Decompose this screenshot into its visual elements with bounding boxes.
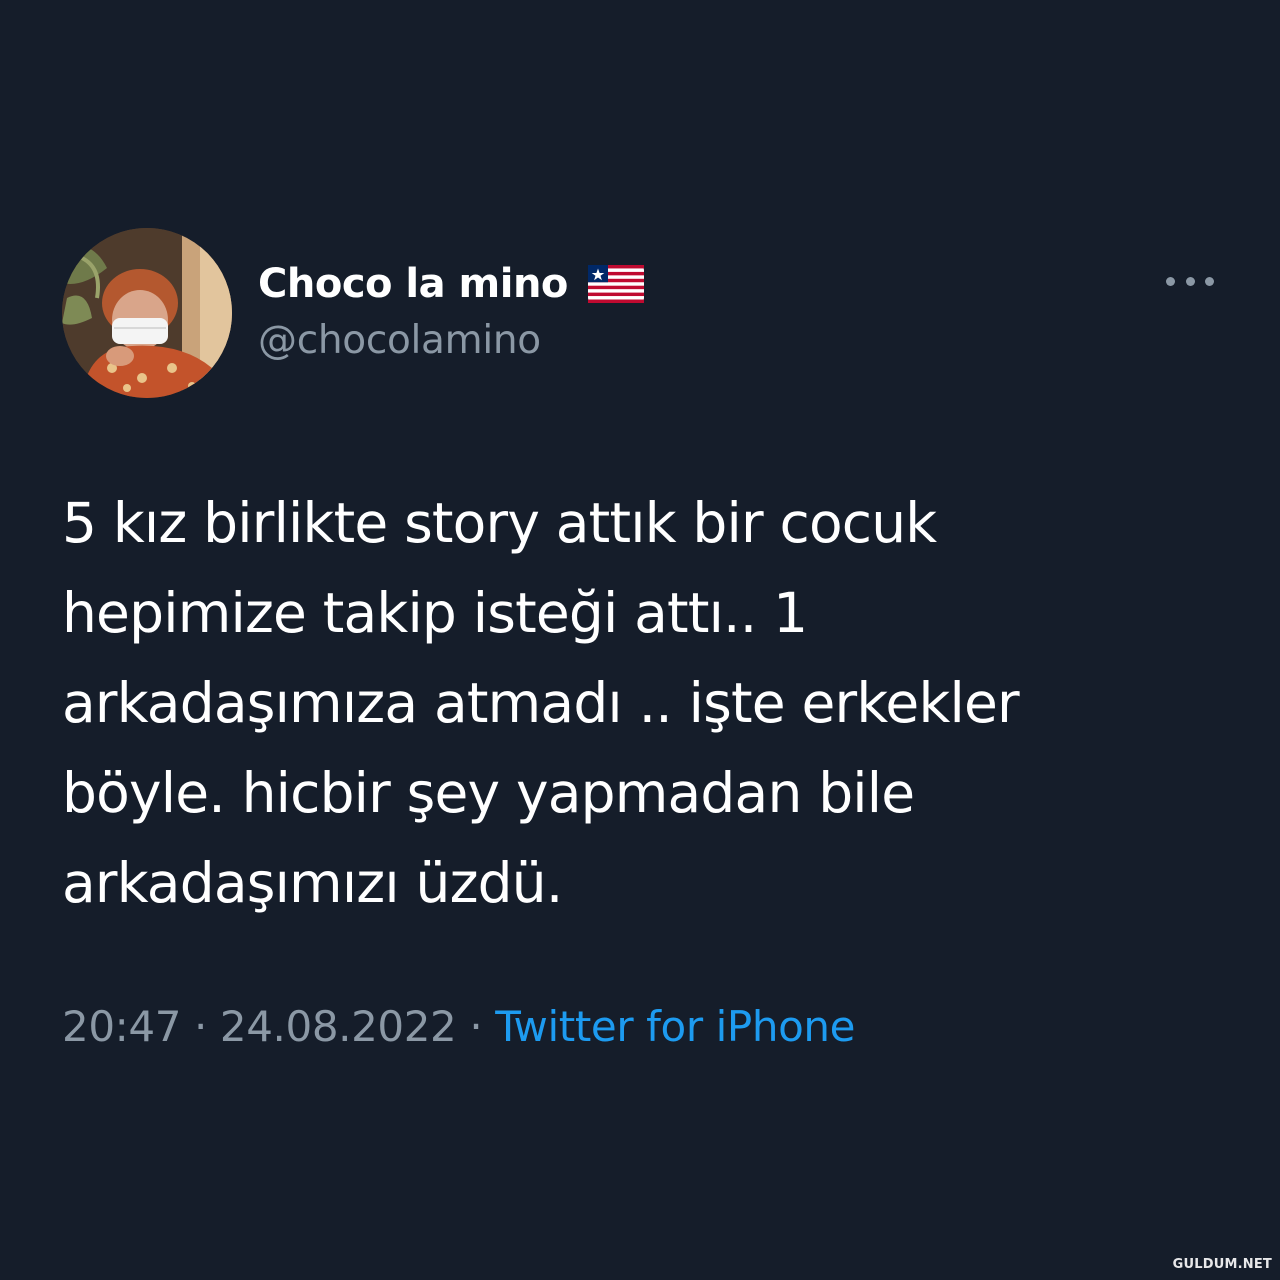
author-name-row[interactable]: Choco la mino [258,254,644,314]
tweet-text-line: hepimize takip isteği attı.. 1 [62,581,808,645]
flag-liberia-icon [587,265,644,303]
profile-photo-icon [62,228,232,398]
avatar[interactable] [62,228,232,398]
more-dot [1166,276,1175,286]
tweet-text-line: böyle. hicbir şey yapmadan bile [62,761,915,825]
tweet-text-line: 5 kız birlikte story attık bir cocuk [62,491,937,555]
meta-separator: · [181,1002,220,1051]
watermark: GULDUM.NET [1172,1257,1272,1272]
tweet-text-line: arkadaşımızı üzdü. [62,851,563,915]
more-dot [1185,276,1195,286]
tweet-source-link[interactable]: Twitter for iPhone [495,1002,855,1051]
display-name[interactable]: Choco la mino [258,261,568,307]
meta-separator: · [456,1002,496,1051]
user-handle[interactable]: @chocolamino [258,318,541,363]
tweet-time[interactable]: 20:47 [62,1002,181,1051]
more-options-icon[interactable] [1166,270,1214,292]
tweet-text-line: arkadaşımıza atmadı .. işte erkekler [62,671,1020,735]
tweet-date[interactable]: 24.08.2022 [220,1002,457,1051]
more-dot [1205,276,1214,286]
tweet-text: 5 kız birlikte story attık bir cocuk hep… [62,478,1192,928]
tweet-screenshot: Choco la mino @chocolamino 5 kız birlikt… [0,0,1280,1280]
tweet-metadata: 20:47 · 24.08.2022 · Twitter for iPhone [62,1002,855,1051]
